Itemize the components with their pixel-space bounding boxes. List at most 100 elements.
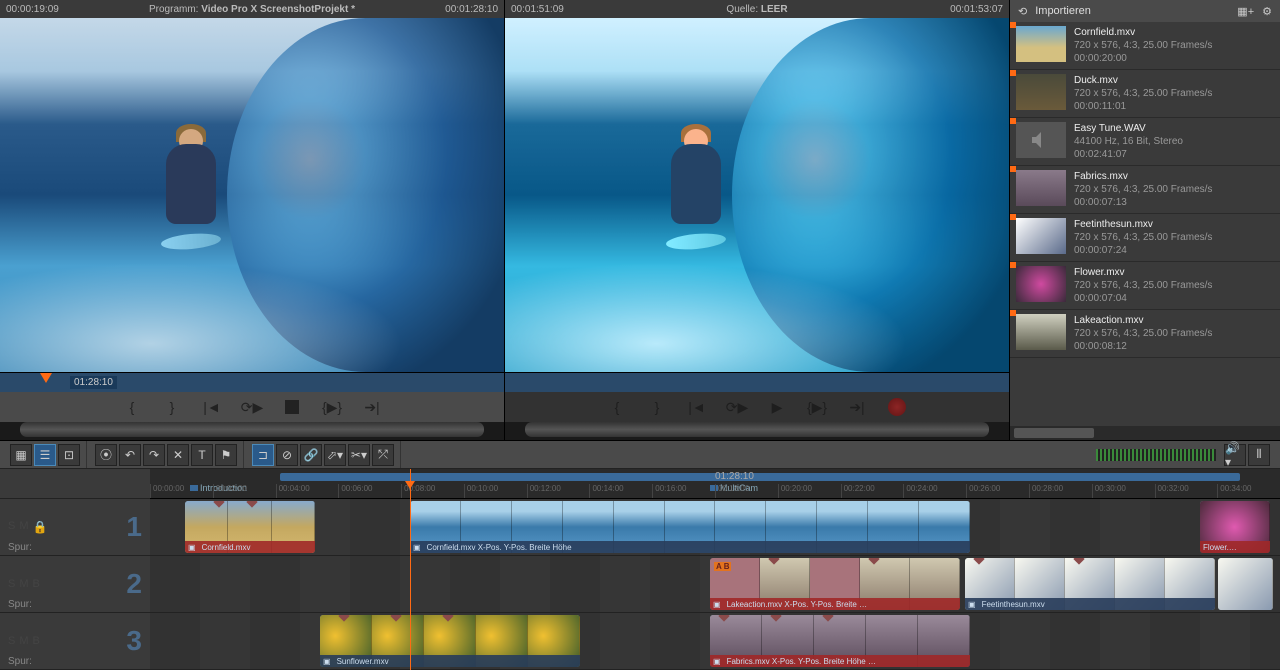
time-ruler[interactable]: 01:28:10 Introduction MultiCam 00:00:000… — [150, 469, 1280, 499]
ruler-mark: 00:16:00 — [652, 484, 715, 498]
import-item[interactable]: Fabrics.mxv720 x 576, 4:3, 25.00 Frames/… — [1010, 166, 1280, 214]
snap-button[interactable]: ⤱ — [372, 444, 394, 466]
track-header-2[interactable]: SMB 2 Spur: — [0, 556, 150, 613]
import-thumbnail — [1016, 170, 1066, 206]
import-item-name: Flower.mxv — [1074, 266, 1212, 279]
ruler-time-label: 01:28:10 — [715, 471, 754, 482]
import-thumbnail — [1016, 122, 1066, 158]
mixer-button[interactable]: ⫴ — [1248, 444, 1270, 466]
import-thumbnail — [1016, 218, 1066, 254]
track-header-3[interactable]: SMB 3 Spur: — [0, 613, 150, 670]
track-header-1[interactable]: SM🔒 1 Spur: — [0, 499, 150, 556]
track-number: 3 — [126, 625, 142, 657]
mark-out-button[interactable]: } — [160, 395, 184, 419]
play-range-button[interactable]: {▶} — [320, 395, 344, 419]
import-options-button[interactable]: ⚙ — [1262, 5, 1272, 18]
clip-sunflower[interactable]: ▣Sunflower.mxv — [320, 615, 580, 667]
import-thumbnail — [1016, 26, 1066, 62]
clip-flower[interactable]: A B Flower.… — [1200, 501, 1270, 553]
clip-fabrics[interactable]: ▣Fabrics.mxv X-Pos. Y-Pos. Breite Höhe … — [710, 615, 970, 667]
import-item[interactable]: Cornfield.mxv720 x 576, 4:3, 25.00 Frame… — [1010, 22, 1280, 70]
record-button[interactable] — [885, 395, 909, 419]
track-3[interactable]: ▣Sunflower.mxv ▣Fabrics.mxv X-Pos. Y-Pos… — [150, 613, 1280, 670]
redo-button[interactable]: ↷ — [143, 444, 165, 466]
ruler-mark: 00:02:00 — [213, 484, 276, 498]
view-grid-button[interactable]: ▦ — [10, 444, 32, 466]
playhead[interactable] — [410, 469, 411, 670]
src-play-range-button[interactable]: {▶} — [805, 395, 829, 419]
ungroup-button[interactable]: ⊘ — [276, 444, 298, 466]
import-item[interactable]: Flower.mxv720 x 576, 4:3, 25.00 Frames/s… — [1010, 262, 1280, 310]
track-number: 2 — [126, 568, 142, 600]
track-1[interactable]: A B ▣Cornfield.mxv ▣Cornfield.mxv X-Pos.… — [150, 499, 1280, 556]
source-ruler[interactable] — [505, 372, 1009, 392]
import-item[interactable]: Lakeaction.mxv720 x 576, 4:3, 25.00 Fram… — [1010, 310, 1280, 358]
ruler-mark: 00:34:00 — [1217, 484, 1280, 498]
view-list-button[interactable]: ☰ — [34, 444, 56, 466]
ruler-mark: 00:26:00 — [966, 484, 1029, 498]
import-item-duration: 00:00:20:00 — [1074, 52, 1212, 65]
refresh-icon[interactable]: ⟲ — [1018, 5, 1027, 18]
add-import-button[interactable]: ▦+ — [1237, 5, 1254, 18]
import-item-name: Easy Tune.WAV — [1074, 122, 1183, 135]
program-tc-left: 00:00:19:09 — [6, 4, 59, 15]
import-item[interactable]: Easy Tune.WAV44100 Hz, 16 Bit, Stereo00:… — [1010, 118, 1280, 166]
clip-surf-sequence[interactable]: ▣Cornfield.mxv X-Pos. Y-Pos. Breite Höhe — [410, 501, 970, 553]
ruler-mark: 00:18:00 — [715, 484, 778, 498]
import-item[interactable]: Duck.mxv720 x 576, 4:3, 25.00 Frames/s00… — [1010, 70, 1280, 118]
src-go-start-button[interactable]: |◄ — [685, 395, 709, 419]
clip-lakeaction[interactable]: A B ▣Lakeaction.mxv X-Pos. Y-Pos. Breite… — [710, 558, 960, 610]
program-ruler-time: 01:28:10 — [70, 376, 117, 389]
source-tc-left: 00:01:51:09 — [511, 4, 564, 15]
mark-in-button[interactable]: { — [120, 395, 144, 419]
ruler-mark: 00:14:00 — [589, 484, 652, 498]
go-end-button[interactable]: ➔| — [360, 395, 384, 419]
import-panel: ⟲ Importieren ▦+ ⚙ Cornfield.mxv 720 x 57… — [1010, 0, 1280, 440]
ruler-mark: 00:28:00 — [1029, 484, 1092, 498]
program-ruler[interactable]: 01:28:10 — [0, 372, 504, 392]
src-play-button[interactable]: ▶ — [765, 395, 789, 419]
import-item[interactable]: Feetinthesun.mxv720 x 576, 4:3, 25.00 Fr… — [1010, 214, 1280, 262]
import-item-meta: 720 x 576, 4:3, 25.00 Frames/s — [1074, 327, 1212, 340]
lock-icon[interactable]: 🔒 — [33, 520, 48, 534]
import-item-name: Cornfield.mxv — [1074, 26, 1212, 39]
src-mark-in-button[interactable]: { — [605, 395, 629, 419]
cut-mode-button[interactable]: ✂▾ — [348, 444, 370, 466]
movie-settings-button[interactable]: ⦿ — [95, 444, 117, 466]
import-list[interactable]: Cornfield.mxv 720 x 576, 4:3, 25.00 Frame… — [1010, 22, 1280, 426]
stop-button[interactable] — [280, 395, 304, 419]
program-monitor: 00:00:19:09 Programm: Video Pro X Screen… — [0, 0, 505, 440]
source-jog-wheel[interactable] — [525, 422, 989, 437]
ruler-mark: 00:12:00 — [527, 484, 590, 498]
import-scrollbar[interactable] — [1010, 426, 1280, 440]
import-item-name: Lakeaction.mxv — [1074, 314, 1212, 327]
src-loop-play-button[interactable]: ⟳▶ — [725, 395, 749, 419]
program-transport: { } |◄ ⟳▶ {▶} ➔| — [0, 392, 504, 422]
loop-play-button[interactable]: ⟳▶ — [240, 395, 264, 419]
track-2[interactable]: A B ▣Lakeaction.mxv X-Pos. Y-Pos. Breite… — [150, 556, 1280, 613]
go-start-button[interactable]: |◄ — [200, 395, 224, 419]
program-preview[interactable] — [0, 18, 504, 372]
import-panel-title: Importieren — [1035, 5, 1229, 17]
volume-button[interactable]: 🔊▾ — [1224, 444, 1246, 466]
source-preview[interactable] — [505, 18, 1009, 372]
tracks-area[interactable]: 01:28:10 Introduction MultiCam 00:00:000… — [150, 469, 1280, 670]
delete-button[interactable]: ✕ — [167, 444, 189, 466]
title-button[interactable]: T — [191, 444, 213, 466]
group-button[interactable]: ⊐ — [252, 444, 274, 466]
link-button[interactable]: 🔗 — [300, 444, 322, 466]
src-mark-out-button[interactable]: } — [645, 395, 669, 419]
mouse-mode-button[interactable]: ⬀▾ — [324, 444, 346, 466]
clip-feetinthesun[interactable]: ▣Feetinthesun.mxv — [965, 558, 1215, 610]
source-tc-right: 00:01:53:07 — [950, 4, 1003, 15]
playhead-marker-icon[interactable] — [40, 373, 52, 383]
undo-button[interactable]: ↶ — [119, 444, 141, 466]
clip-cornfield[interactable]: A B ▣Cornfield.mxv — [185, 501, 315, 553]
ruler-mark: 00:24:00 — [903, 484, 966, 498]
clip-track2-end[interactable] — [1218, 558, 1273, 610]
film-icon: ▣ — [713, 600, 721, 609]
src-go-end-button[interactable]: ➔| — [845, 395, 869, 419]
program-jog-wheel[interactable] — [20, 422, 484, 437]
view-storyboard-button[interactable]: ⊡ — [58, 444, 80, 466]
marker-button[interactable]: ⚑ — [215, 444, 237, 466]
